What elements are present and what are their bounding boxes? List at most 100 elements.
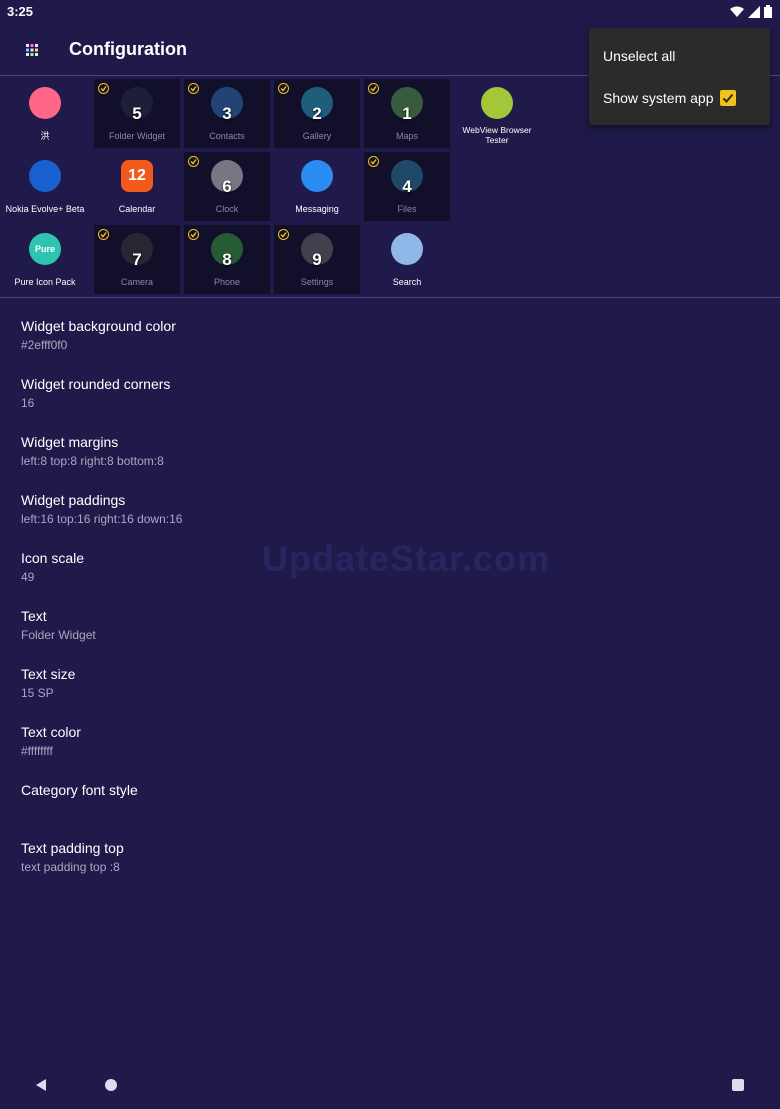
setting-row[interactable]: Text color #ffffffff xyxy=(21,724,182,780)
app-icon xyxy=(29,87,61,119)
app-label: Messaging xyxy=(295,204,339,214)
battery-icon xyxy=(764,5,772,18)
setting-title: Icon scale xyxy=(21,550,85,566)
app-label: Pure Icon Pack xyxy=(14,277,76,287)
selection-order-number: 1 xyxy=(402,104,412,123)
recents-icon[interactable] xyxy=(731,1078,745,1092)
setting-value: 15 SP xyxy=(21,686,54,700)
app-label: Files xyxy=(397,204,417,214)
app-label: Folder Widget xyxy=(108,131,166,141)
app-grid-icon[interactable] xyxy=(24,42,40,58)
app-tile[interactable]: Search xyxy=(364,225,450,294)
overflow-menu: Unselect all Show system app xyxy=(589,28,770,125)
app-tile[interactable]: 9 Settings xyxy=(274,225,360,294)
app-tile[interactable]: 3 Contacts xyxy=(184,79,270,148)
back-icon[interactable] xyxy=(34,1078,48,1092)
status-icons xyxy=(730,5,772,18)
page-title: Configuration xyxy=(69,39,187,59)
app-tile[interactable]: 5 Folder Widget xyxy=(94,79,180,148)
app-icon xyxy=(391,233,423,265)
setting-value: 49 xyxy=(21,570,35,584)
selection-order-number: 4 xyxy=(402,177,412,196)
selection-order-number: 9 xyxy=(312,250,322,269)
app-tile[interactable]: 4 Files xyxy=(364,152,450,221)
setting-row[interactable]: Category font style xyxy=(21,782,182,838)
selected-check-icon xyxy=(188,156,199,167)
app-tile[interactable]: Nokia Evolve+ Beta xyxy=(2,152,88,221)
setting-title: Widget rounded corners xyxy=(21,376,171,392)
app-label: Settings xyxy=(300,277,334,287)
setting-row[interactable]: Widget rounded corners 16 xyxy=(21,376,182,432)
selected-check-icon xyxy=(98,229,109,240)
wifi-icon xyxy=(730,6,744,17)
setting-title: Text padding top xyxy=(21,840,124,856)
setting-value: #2efff0f0 xyxy=(21,338,68,352)
status-time: 3:25 xyxy=(7,4,34,19)
app-icon xyxy=(481,87,513,119)
menu-item-show-system-app[interactable]: Show system app xyxy=(603,90,714,106)
setting-row[interactable]: Icon scale 49 xyxy=(21,550,182,606)
signal-icon xyxy=(748,5,760,18)
app-tile[interactable]: 2 Gallery xyxy=(274,79,360,148)
app-tile[interactable]: 洪 xyxy=(2,79,88,148)
app-label: Search xyxy=(392,277,422,287)
selection-order-number: 3 xyxy=(222,104,232,123)
setting-title: Text size xyxy=(21,666,76,682)
app-tile[interactable]: Pure Pure Icon Pack xyxy=(2,225,88,294)
setting-row[interactable]: Widget background color #2efff0f0 xyxy=(21,318,182,374)
selected-check-icon xyxy=(278,83,289,94)
setting-value: 16 xyxy=(21,396,35,410)
app-tile[interactable]: 6 Clock xyxy=(184,152,270,221)
app-tile[interactable]: Messaging xyxy=(274,152,360,221)
setting-value: Folder Widget xyxy=(21,628,96,642)
app-label: Camera xyxy=(120,277,153,287)
selected-check-icon xyxy=(368,83,379,94)
selected-check-icon xyxy=(98,83,109,94)
selection-order-number: 8 xyxy=(222,250,232,269)
home-icon[interactable] xyxy=(104,1078,118,1092)
setting-row[interactable]: Text size 15 SP xyxy=(21,666,182,722)
setting-title: Widget margins xyxy=(21,434,119,450)
selection-order-number: 5 xyxy=(132,104,142,123)
navigation-bar xyxy=(0,1060,780,1109)
app-tile[interactable]: 7 Camera xyxy=(94,225,180,294)
app-label: Calendar xyxy=(118,204,156,214)
status-bar: 3:25 xyxy=(0,0,780,24)
menu-item-unselect-all[interactable]: Unselect all xyxy=(603,48,675,64)
setting-value: left:16 top:16 right:16 down:16 xyxy=(21,512,183,526)
app-label: Gallery xyxy=(302,131,332,141)
app-icon: 12 xyxy=(121,160,153,192)
settings-list: Widget background color #2efff0f0 Widget r… xyxy=(21,316,182,896)
app-label: WebView Browser Tester xyxy=(462,125,532,145)
selected-check-icon xyxy=(188,229,199,240)
app-tile[interactable]: WebView Browser Tester xyxy=(454,79,540,148)
app-label: Nokia Evolve+ Beta xyxy=(5,204,85,214)
setting-row[interactable]: Widget margins left:8 top:8 right:8 botto… xyxy=(21,434,182,490)
app-label: Clock xyxy=(215,204,239,214)
selected-check-icon xyxy=(278,229,289,240)
setting-row[interactable]: Widget paddings left:16 top:16 right:16 d… xyxy=(21,492,182,548)
setting-value: #ffffffff xyxy=(21,744,53,758)
setting-title: Text color xyxy=(21,724,81,740)
app-grid: 洪 5 Folder Widget 3 Contacts 2 Gallery 1 Maps Web… xyxy=(2,79,542,295)
setting-row[interactable]: Text padding top text padding top :8 xyxy=(21,840,182,896)
selection-order-number: 2 xyxy=(312,104,322,123)
app-icon xyxy=(301,160,333,192)
setting-value: text padding top :8 xyxy=(21,860,120,874)
setting-row[interactable]: Text Folder Widget xyxy=(21,608,182,664)
setting-title: Widget background color xyxy=(21,318,176,334)
app-tile[interactable]: 12 Calendar xyxy=(94,152,180,221)
app-icon: Pure xyxy=(29,233,61,265)
selection-order-number: 6 xyxy=(222,177,232,196)
app-label: Contacts xyxy=(209,131,245,141)
show-system-app-checkbox[interactable] xyxy=(720,90,736,106)
checkmark-icon xyxy=(722,93,734,103)
selection-order-number: 7 xyxy=(132,250,142,269)
app-label: 洪 xyxy=(40,131,50,141)
selected-check-icon xyxy=(368,156,379,167)
app-tile[interactable]: 1 Maps xyxy=(364,79,450,148)
app-tile[interactable]: 8 Phone xyxy=(184,225,270,294)
app-label: Phone xyxy=(213,277,241,287)
selected-check-icon xyxy=(188,83,199,94)
setting-title: Category font style xyxy=(21,782,138,798)
